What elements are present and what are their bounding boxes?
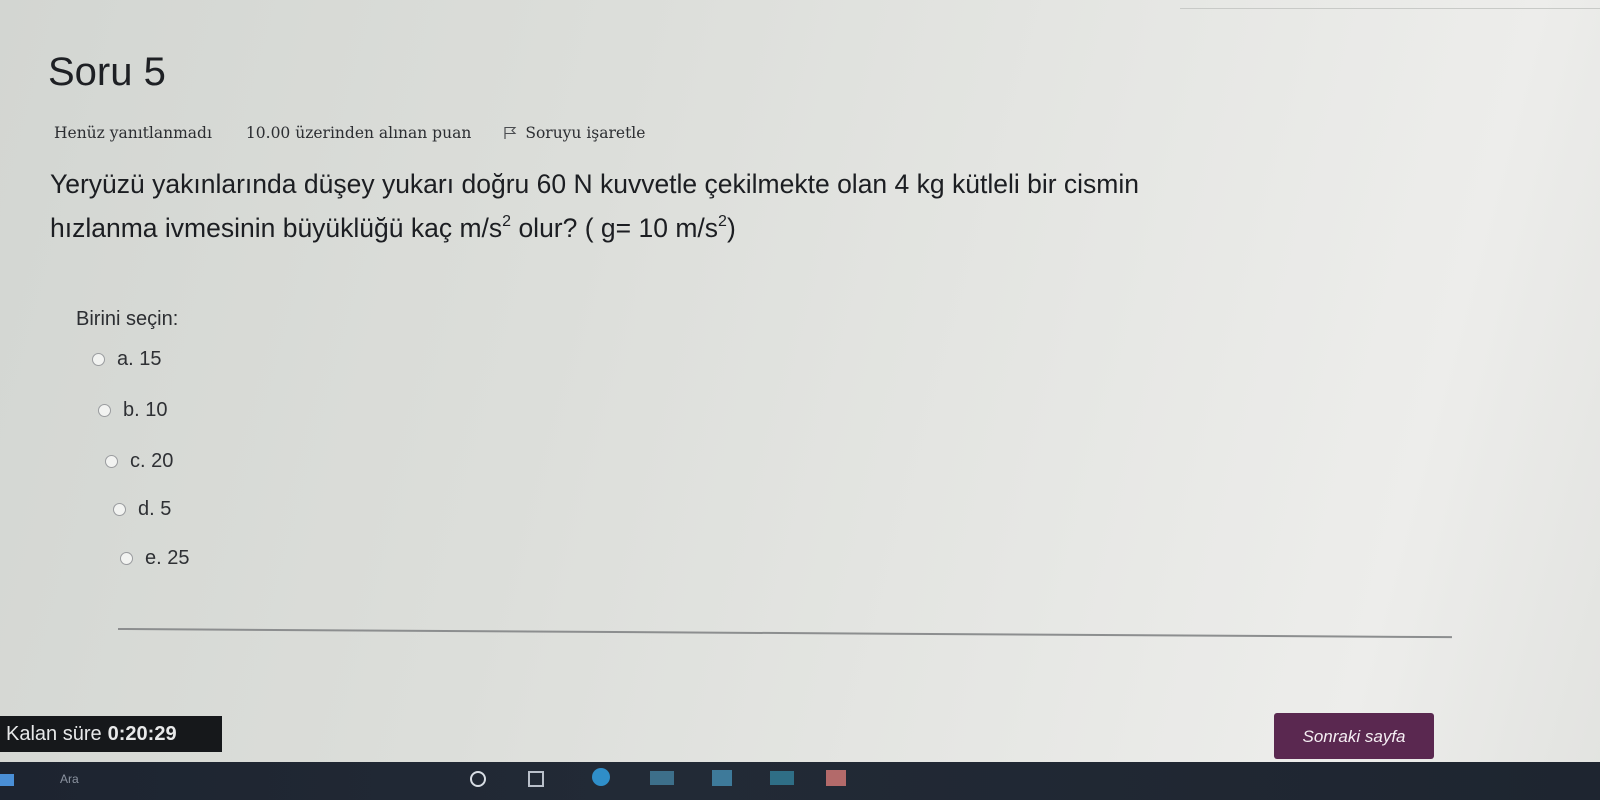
section-divider <box>117 628 1452 638</box>
question-info: Henüz yanıtlanmadı 10.00 üzerinden alına… <box>54 124 645 142</box>
taskbar: Ara <box>0 762 1600 800</box>
flag-question-link[interactable]: Soruyu işaretle <box>503 124 645 142</box>
task-view-icon[interactable] <box>528 771 544 787</box>
radio-button[interactable] <box>120 552 133 565</box>
answer-label: e. 25 <box>145 547 190 569</box>
file-explorer-icon[interactable] <box>650 771 674 785</box>
question-number: Soru 5 <box>48 50 166 94</box>
superscript: 2 <box>718 213 727 230</box>
cortana-icon[interactable] <box>470 771 486 787</box>
mail-icon[interactable] <box>770 771 794 785</box>
timer-label: Kalan süre <box>6 722 102 745</box>
answer-label: b. 10 <box>123 399 168 421</box>
question-text-line1: Yeryüzü yakınlarında düşey yukarı doğru … <box>50 169 1139 199</box>
question-text-part: hızlanma ivmesinin büyüklüğü kaç m/s <box>50 213 503 243</box>
radio-button[interactable] <box>113 503 126 516</box>
flag-icon <box>504 126 517 139</box>
answer-option-a[interactable]: a. 15 <box>92 348 161 371</box>
answer-option-b[interactable]: b. 10 <box>98 399 167 422</box>
answer-prompt: Birini seçin: <box>76 308 179 330</box>
search-placeholder: Ara <box>60 772 79 786</box>
windows-start-icon[interactable] <box>0 774 14 786</box>
app-icon[interactable] <box>826 770 846 786</box>
flag-question-label: Soruyu işaretle <box>525 124 646 142</box>
question-text-part: olur? ( g= 10 m/s <box>511 213 719 243</box>
next-page-button[interactable]: Sonraki sayfa <box>1274 713 1434 759</box>
timer-value: 0:20:29 <box>107 722 177 745</box>
top-divider <box>1180 8 1600 9</box>
store-icon[interactable] <box>712 770 732 786</box>
answer-option-d[interactable]: d. 5 <box>113 498 171 521</box>
answer-option-e[interactable]: e. 25 <box>120 547 189 570</box>
time-remaining: Kalan süre 0:20:29 <box>0 716 222 752</box>
max-points: 10.00 üzerinden alınan puan <box>245 124 472 142</box>
radio-button[interactable] <box>105 455 118 468</box>
answer-status: Henüz yanıtlanmadı <box>54 124 212 142</box>
question-text-part: ) <box>726 213 736 243</box>
taskbar-search[interactable]: Ara <box>60 772 79 786</box>
quiz-page: Soru 5 Henüz yanıtlanmadı 10.00 üzerinde… <box>0 0 1600 800</box>
radio-button[interactable] <box>92 353 105 366</box>
radio-button[interactable] <box>98 404 111 417</box>
edge-browser-icon[interactable] <box>592 768 610 786</box>
answer-label: d. 5 <box>138 498 172 520</box>
question-text-line2: hızlanma ivmesinin büyüklüğü kaç m/s2 ol… <box>50 206 1500 250</box>
answer-label: c. 20 <box>130 450 174 472</box>
superscript: 2 <box>502 213 512 230</box>
answer-label: a. 15 <box>117 348 162 370</box>
answer-option-c[interactable]: c. 20 <box>105 450 173 473</box>
question-text: Yeryüzü yakınlarında düşey yukarı doğru … <box>50 162 1500 250</box>
